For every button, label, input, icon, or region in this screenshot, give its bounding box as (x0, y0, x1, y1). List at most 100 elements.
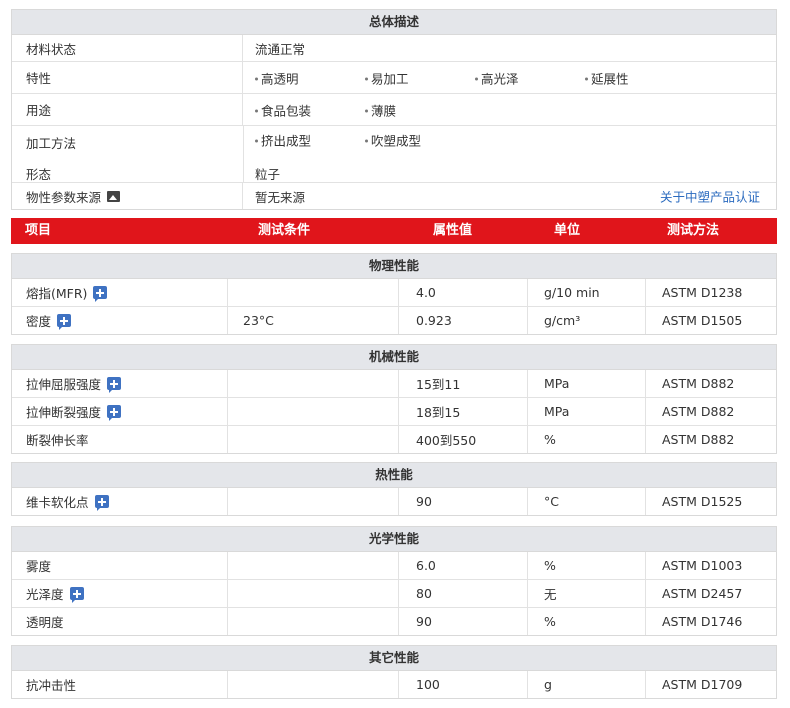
material-status-label: 材料状态 (12, 35, 243, 61)
table-row: 抗冲击性 100 g ASTM D1709 (12, 671, 776, 698)
certification-link[interactable]: 关于中塑产品认证 (660, 187, 760, 206)
section-title: 其它性能 (12, 646, 776, 671)
use-tag: 食品包装 (255, 100, 311, 119)
table-row: 拉伸屈服强度 15到11 MPa ASTM D882 (12, 370, 776, 398)
property-name-text: 光泽度 (26, 587, 64, 602)
overview-title: 总体描述 (12, 10, 776, 35)
overview-row-status: 材料状态 流通正常 (12, 35, 776, 62)
processing-tag: 挤出成型 (255, 131, 311, 150)
info-plus-icon[interactable] (107, 377, 122, 393)
property-value: 0.923 (399, 307, 528, 334)
property-value-text: 6.0 (416, 558, 436, 573)
property-value-text: 4.0 (416, 285, 436, 300)
test-condition-text: 23°C (243, 313, 274, 328)
feature-tag: 延展性 (585, 68, 629, 87)
info-plus-icon[interactable] (57, 314, 72, 330)
property-unit: % (528, 552, 646, 579)
property-name: 拉伸断裂强度 (12, 398, 228, 425)
header-item: 项目 (25, 223, 52, 238)
test-method: ASTM D1746 (646, 608, 776, 635)
bullet-icon (365, 109, 368, 112)
test-method: ASTM D882 (646, 398, 776, 425)
property-unit: MPa (528, 398, 646, 425)
header-condition: 测试条件 (258, 223, 311, 238)
image-icon[interactable] (107, 190, 121, 202)
test-method-text: ASTM D882 (662, 432, 735, 447)
property-unit-text: % (544, 432, 556, 447)
property-value: 18到15 (399, 398, 528, 425)
bullet-icon (255, 139, 258, 143)
property-unit: g/cm³ (528, 307, 646, 334)
property-name-text: 透明度 (26, 615, 64, 630)
table-row: 雾度 6.0% ASTM D1003 (12, 552, 776, 580)
overview-row-processing-form: 加工方法 形态 挤出成型 吹塑成型 粒子 (12, 126, 776, 183)
test-method: ASTM D1238 (646, 279, 776, 306)
property-name: 抗冲击性 (12, 671, 228, 698)
property-name-text: 雾度 (26, 559, 52, 574)
table-row: 断裂伸长率 400到550% ASTM D882 (12, 426, 776, 453)
test-method-text: ASTM D882 (662, 376, 735, 391)
test-condition (228, 398, 399, 425)
info-plus-icon[interactable] (107, 405, 122, 421)
overview-panel: 总体描述 材料状态 流通正常 特性 高透明 易加工 高光泽 延展性 用途 食品包… (11, 9, 777, 210)
property-value-text: 90 (416, 614, 432, 629)
test-condition (228, 580, 399, 607)
property-value-text: 0.923 (416, 313, 452, 328)
info-plus-icon[interactable] (94, 495, 109, 511)
property-value: 4.0 (399, 279, 528, 306)
property-value: 6.0 (399, 552, 528, 579)
test-condition (228, 426, 399, 453)
test-method: ASTM D1525 (646, 488, 776, 515)
bullet-icon (585, 77, 588, 80)
test-condition (228, 488, 399, 515)
property-unit-text: % (544, 558, 556, 573)
property-value: 15到11 (399, 370, 528, 397)
info-plus-icon[interactable] (93, 286, 108, 302)
test-method-text: ASTM D1003 (662, 558, 743, 573)
section-panel: 机械性能 拉伸屈服强度 15到11 MPa ASTM D882 拉伸断裂强度 18到15 MP… (11, 344, 777, 454)
property-name: 透明度 (12, 608, 228, 635)
features-label: 特性 (12, 62, 243, 93)
info-plus-icon[interactable] (69, 587, 84, 603)
test-condition (228, 370, 399, 397)
table-row: 熔指(MFR) 4.0 g/10 min ASTM D1238 (12, 279, 776, 307)
test-method: ASTM D1003 (646, 552, 776, 579)
test-method-text: ASTM D1505 (662, 313, 743, 328)
features-values: 高透明 易加工 高光泽 延展性 (243, 62, 776, 93)
table-row: 维卡软化点 90 °C ASTM D1525 (12, 488, 776, 515)
property-value: 90 (399, 488, 528, 515)
property-value-text: 400到550 (416, 433, 477, 448)
property-unit-text: % (544, 614, 556, 629)
property-unit: g/10 min (528, 279, 646, 306)
test-method: ASTM D882 (646, 426, 776, 453)
section-panel: 热性能 维卡软化点 90 °C ASTM D1525 (11, 462, 777, 516)
table-row: 密度 23°C 0.923 g/cm³ ASTM D1505 (12, 307, 776, 334)
test-condition (228, 608, 399, 635)
property-name-text: 维卡软化点 (26, 495, 89, 510)
bullet-icon (255, 109, 258, 112)
bullet-icon (365, 139, 368, 143)
property-unit-text: 无 (544, 587, 557, 602)
property-name-text: 拉伸屈服强度 (26, 377, 102, 392)
test-method: ASTM D2457 (646, 580, 776, 607)
property-unit: % (528, 426, 646, 453)
header-value: 属性值 (433, 223, 473, 238)
source-label: 物性参数来源 (12, 183, 243, 209)
property-value-text: 18到15 (416, 405, 461, 420)
property-name: 维卡软化点 (12, 488, 228, 515)
section-title: 光学性能 (12, 527, 776, 552)
test-method-text: ASTM D1238 (662, 285, 743, 300)
bullet-icon (475, 77, 478, 80)
property-unit: 无 (528, 580, 646, 607)
property-name: 拉伸屈服强度 (12, 370, 228, 397)
form-label: 形态 (26, 167, 52, 182)
table-row: 透明度 90% ASTM D1746 (12, 608, 776, 635)
property-unit-text: g/10 min (544, 285, 600, 300)
property-unit: g (528, 671, 646, 698)
property-unit-text: °C (544, 494, 559, 509)
property-unit-text: MPa (544, 376, 570, 391)
property-value: 80 (399, 580, 528, 607)
test-method: ASTM D882 (646, 370, 776, 397)
property-name-text: 抗冲击性 (26, 678, 77, 693)
section-panel: 光学性能雾度 6.0% ASTM D1003 光泽度 80 无 ASTM D2457 透明度 9… (11, 526, 777, 636)
